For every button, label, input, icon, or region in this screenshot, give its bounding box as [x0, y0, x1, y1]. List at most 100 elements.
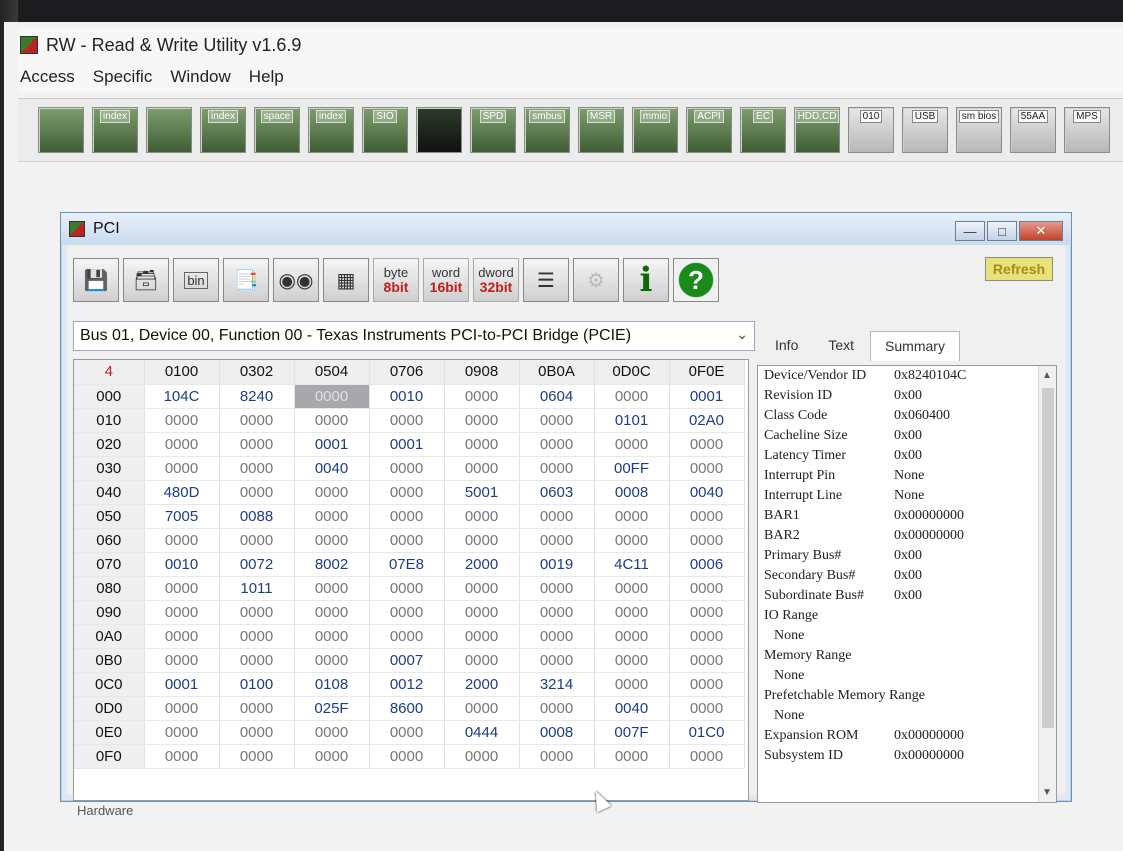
tab-summary[interactable]: Summary	[870, 331, 960, 361]
register-cell[interactable]: 0040	[669, 480, 745, 505]
register-cell[interactable]: 0000	[594, 504, 670, 529]
register-cell[interactable]: 0604	[519, 384, 595, 409]
scroll-thumb[interactable]	[1042, 388, 1054, 728]
register-cell[interactable]: 0000	[219, 600, 295, 625]
register-cell[interactable]: 0000	[519, 504, 595, 529]
register-cell[interactable]: 4C11	[594, 552, 670, 577]
mmio-icon[interactable]: mmio	[632, 107, 678, 153]
register-cell[interactable]: 0000	[444, 504, 520, 529]
menu-help[interactable]: Help	[249, 65, 284, 89]
register-cell[interactable]: 02A0	[669, 408, 745, 433]
register-cell[interactable]: 0000	[144, 624, 220, 649]
register-cell[interactable]: 2000	[444, 552, 520, 577]
register-cell[interactable]: 0000	[144, 528, 220, 553]
register-cell[interactable]: 01C0	[669, 720, 745, 745]
55aa-icon[interactable]: 55AA	[1010, 107, 1056, 153]
register-cell[interactable]: 0000	[294, 384, 370, 409]
register-cell[interactable]: 0000	[669, 456, 745, 481]
register-cell[interactable]: 3214	[519, 672, 595, 697]
register-cell[interactable]: 0006	[669, 552, 745, 577]
minimize-button[interactable]: —	[955, 221, 985, 241]
register-cell[interactable]: 0101	[594, 408, 670, 433]
register-cell[interactable]: 0000	[219, 528, 295, 553]
register-cell[interactable]: 0000	[294, 648, 370, 673]
binoculars-icon[interactable]: ◉◉	[273, 258, 319, 302]
register-cell[interactable]: 0000	[369, 480, 445, 505]
register-cell[interactable]: 0010	[144, 552, 220, 577]
register-cell[interactable]: 0012	[369, 672, 445, 697]
register-cell[interactable]: 8002	[294, 552, 370, 577]
register-cell[interactable]: 0000	[219, 480, 295, 505]
register-cell[interactable]: 0000	[294, 576, 370, 601]
register-cell[interactable]: 8600	[369, 696, 445, 721]
register-cell[interactable]: 0000	[444, 384, 520, 409]
register-cell[interactable]: 0000	[519, 696, 595, 721]
sio-icon[interactable]: SIO	[362, 107, 408, 153]
register-cell[interactable]: 0000	[369, 720, 445, 745]
register-cell[interactable]: 007F	[594, 720, 670, 745]
hdd-cd-icon[interactable]: HDD,CD	[794, 107, 840, 153]
register-cell[interactable]: 0000	[519, 528, 595, 553]
register-cell[interactable]: 0008	[519, 720, 595, 745]
register-cell[interactable]: 0001	[144, 672, 220, 697]
register-cell[interactable]: 0000	[294, 600, 370, 625]
register-cell[interactable]: 8240	[219, 384, 295, 409]
register-cell[interactable]: 0000	[144, 456, 220, 481]
register-cell[interactable]: 5001	[444, 480, 520, 505]
tab-info[interactable]: Info	[761, 331, 812, 361]
register-cell[interactable]: 0000	[369, 624, 445, 649]
register-cell[interactable]: 0000	[219, 408, 295, 433]
register-cell[interactable]: 0000	[444, 456, 520, 481]
register-cell[interactable]: 0000	[669, 696, 745, 721]
refresh-button[interactable]: Refresh	[985, 257, 1053, 281]
register-cell[interactable]: 0000	[294, 528, 370, 553]
register-cell[interactable]: 1011	[219, 576, 295, 601]
register-cell[interactable]: 0040	[294, 456, 370, 481]
register-cell[interactable]: 0108	[294, 672, 370, 697]
register-cell[interactable]: 7005	[144, 504, 220, 529]
waveform-icon[interactable]	[416, 107, 462, 153]
pci-index-icon[interactable]: index	[92, 107, 138, 153]
io-index-icon[interactable]: index	[308, 107, 354, 153]
save-all-icon[interactable]: 🗃	[123, 258, 169, 302]
register-cell[interactable]: 0000	[219, 744, 295, 769]
chevron-down-icon[interactable]: ⌄	[736, 326, 748, 343]
register-cell[interactable]: 104C	[144, 384, 220, 409]
register-cell[interactable]: 0000	[294, 408, 370, 433]
register-cell[interactable]: 0000	[519, 744, 595, 769]
register-cell[interactable]: 0000	[369, 504, 445, 529]
memory-icon[interactable]	[146, 107, 192, 153]
memory-index-icon[interactable]: index	[200, 107, 246, 153]
register-cell[interactable]: 0000	[444, 408, 520, 433]
register-cell[interactable]: 0000	[144, 648, 220, 673]
register-cell[interactable]: 0000	[294, 480, 370, 505]
register-cell[interactable]: 0000	[294, 624, 370, 649]
register-cell[interactable]: 0000	[219, 720, 295, 745]
summary-scrollbar[interactable]: ▲ ▼	[1038, 366, 1056, 802]
register-cell[interactable]: 0000	[669, 504, 745, 529]
register-cell[interactable]: 0000	[669, 432, 745, 457]
register-cell[interactable]: 0088	[219, 504, 295, 529]
register-cell[interactable]: 0000	[669, 624, 745, 649]
register-cell[interactable]: 0000	[444, 432, 520, 457]
register-cell[interactable]: 0000	[444, 576, 520, 601]
pci-icon[interactable]	[38, 107, 84, 153]
register-cell[interactable]: 0000	[594, 528, 670, 553]
register-cell[interactable]: 0000	[594, 624, 670, 649]
load-icon[interactable]: 📑	[223, 258, 269, 302]
register-cell[interactable]: 0000	[219, 696, 295, 721]
device-select[interactable]: Bus 01, Device 00, Function 00 - Texas I…	[73, 321, 755, 351]
byte-8bit-button[interactable]: byte 8bit	[373, 258, 419, 302]
register-cell[interactable]: 0040	[594, 696, 670, 721]
register-cell[interactable]: 0000	[519, 648, 595, 673]
menu-access[interactable]: Access	[20, 65, 75, 89]
register-cell[interactable]: 0000	[144, 432, 220, 457]
register-cell[interactable]: 0000	[669, 672, 745, 697]
register-cell[interactable]: 0000	[519, 624, 595, 649]
register-cell[interactable]: 00FF	[594, 456, 670, 481]
menu-window[interactable]: Window	[170, 65, 230, 89]
register-cell[interactable]: 0000	[144, 408, 220, 433]
register-cell[interactable]: 0000	[219, 456, 295, 481]
register-cell[interactable]: 0000	[669, 528, 745, 553]
register-cell[interactable]: 0603	[519, 480, 595, 505]
